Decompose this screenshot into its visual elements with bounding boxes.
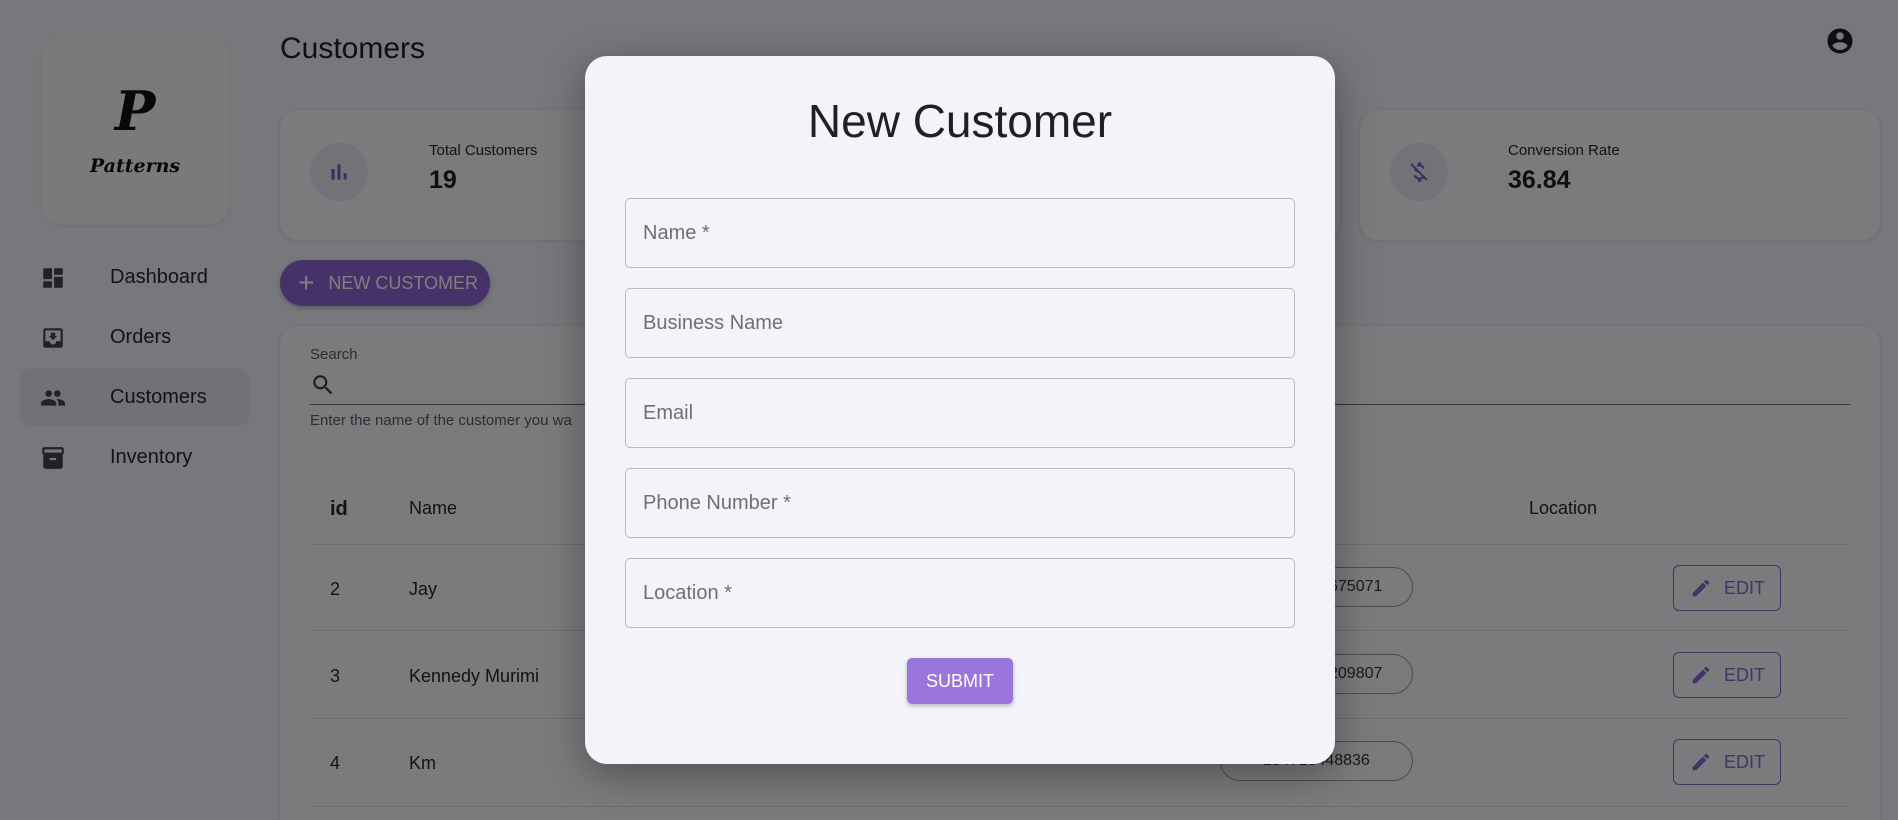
- business-name-input[interactable]: [626, 289, 1294, 357]
- new-customer-dialog: New Customer SUBMIT: [585, 56, 1335, 764]
- dialog-title: New Customer: [807, 95, 1113, 147]
- name-field: [625, 198, 1295, 268]
- location-field: [625, 558, 1295, 628]
- email-input[interactable]: [626, 379, 1294, 447]
- location-input[interactable]: [626, 559, 1294, 627]
- business-name-field: [625, 288, 1295, 358]
- name-input[interactable]: [626, 199, 1294, 267]
- email-field: [625, 378, 1295, 448]
- phone-number-input[interactable]: [626, 469, 1294, 537]
- phone-number-field: [625, 468, 1295, 538]
- submit-button[interactable]: SUBMIT: [907, 658, 1013, 704]
